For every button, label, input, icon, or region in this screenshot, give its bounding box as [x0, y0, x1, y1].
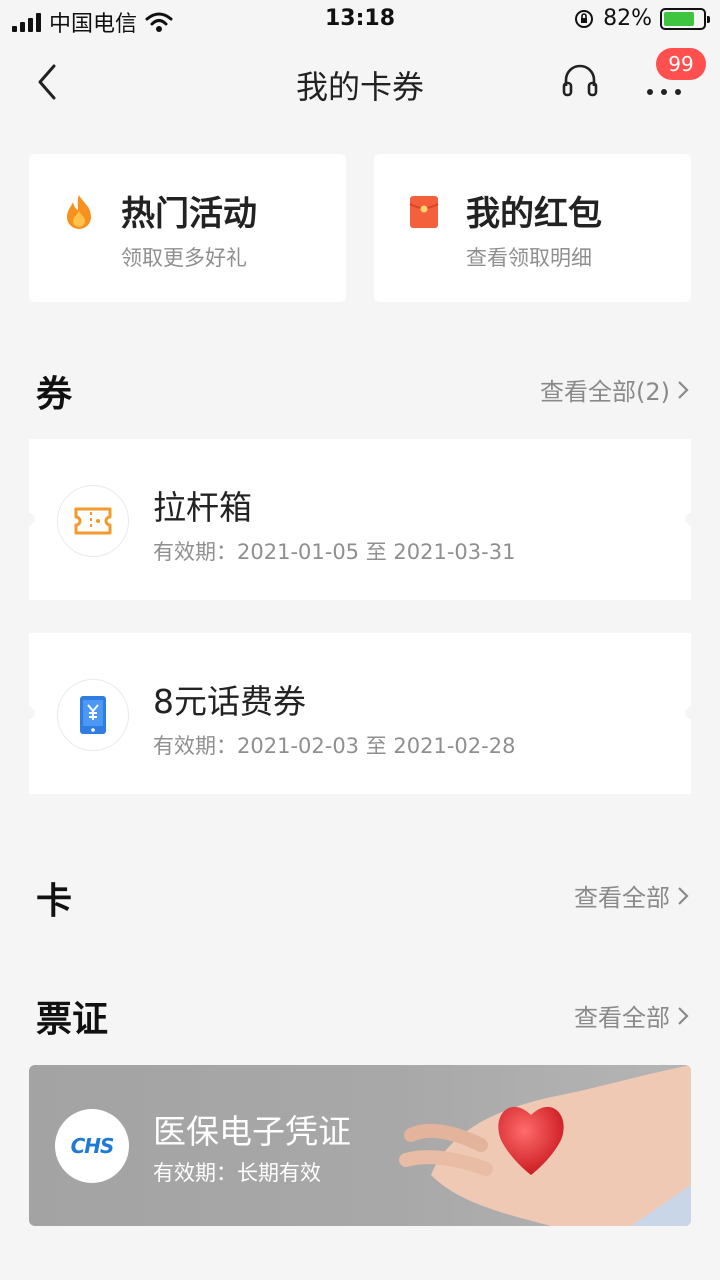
quick-subtitle: 领取更多好礼 [121, 246, 247, 270]
status-bar: 中国电信 13:18 82% [0, 0, 720, 40]
section-title-tickets: 票证 [36, 999, 109, 1040]
chevron-right-icon [678, 380, 689, 399]
section-title-cards: 卡 [36, 881, 73, 922]
ticket-icon [57, 485, 129, 557]
headset-icon[interactable] [560, 62, 600, 102]
view-all-tickets[interactable]: 查看全部 [574, 998, 690, 1033]
quick-subtitle: 查看领取明细 [466, 246, 592, 270]
hand-heart-image [399, 1065, 691, 1226]
view-all-label: 查看全部(2) [540, 378, 670, 406]
nav-bar: 我的卡券 99 [0, 48, 720, 116]
coupon-name: 拉杆箱 [153, 488, 252, 527]
chevron-right-icon [678, 886, 689, 905]
chs-logo: CHS [55, 1109, 129, 1183]
page-title: 我的卡券 [295, 68, 424, 106]
view-all-label: 查看全部 [574, 1004, 670, 1032]
view-all-cards[interactable]: 查看全部 [574, 878, 690, 913]
view-all-label: 查看全部 [574, 884, 670, 912]
view-all-coupons[interactable]: 查看全部(2) [540, 372, 690, 407]
red-envelope-icon [409, 196, 439, 228]
coupon-card[interactable]: 拉杆箱 有效期：2021-01-05 至 2021-03-31 [23, 439, 697, 600]
flame-icon [67, 195, 91, 229]
voucher-validity: 有效期：长期有效 [153, 1161, 321, 1185]
coupon-name: 8元话费券 [153, 682, 306, 721]
coupon-card[interactable]: 8元话费券 有效期：2021-02-03 至 2021-02-28 [23, 633, 697, 794]
coupon-validity: 有效期：2021-01-05 至 2021-03-31 [153, 540, 516, 564]
hot-activities-card[interactable]: 热门活动 领取更多好礼 [29, 154, 346, 302]
voucher-name: 医保电子凭证 [153, 1112, 351, 1151]
section-title-coupons: 券 [36, 374, 73, 415]
battery-percent: 82% [603, 6, 652, 31]
battery-icon [660, 7, 710, 30]
red-envelope-card[interactable]: 我的红包 查看领取明细 [374, 154, 691, 302]
phone-yuan-icon [57, 679, 129, 751]
quick-title: 我的红包 [466, 194, 602, 234]
rotation-lock-icon [575, 9, 594, 28]
quick-title: 热门活动 [121, 194, 257, 234]
medical-insurance-voucher[interactable]: CHS 医保电子凭证 有效期：长期有效 [29, 1065, 691, 1226]
chs-logo-text: CHS [70, 1134, 115, 1158]
chevron-right-icon [678, 1006, 689, 1025]
coupon-validity: 有效期：2021-02-03 至 2021-02-28 [153, 734, 516, 758]
notification-badge: 99 [656, 48, 706, 80]
